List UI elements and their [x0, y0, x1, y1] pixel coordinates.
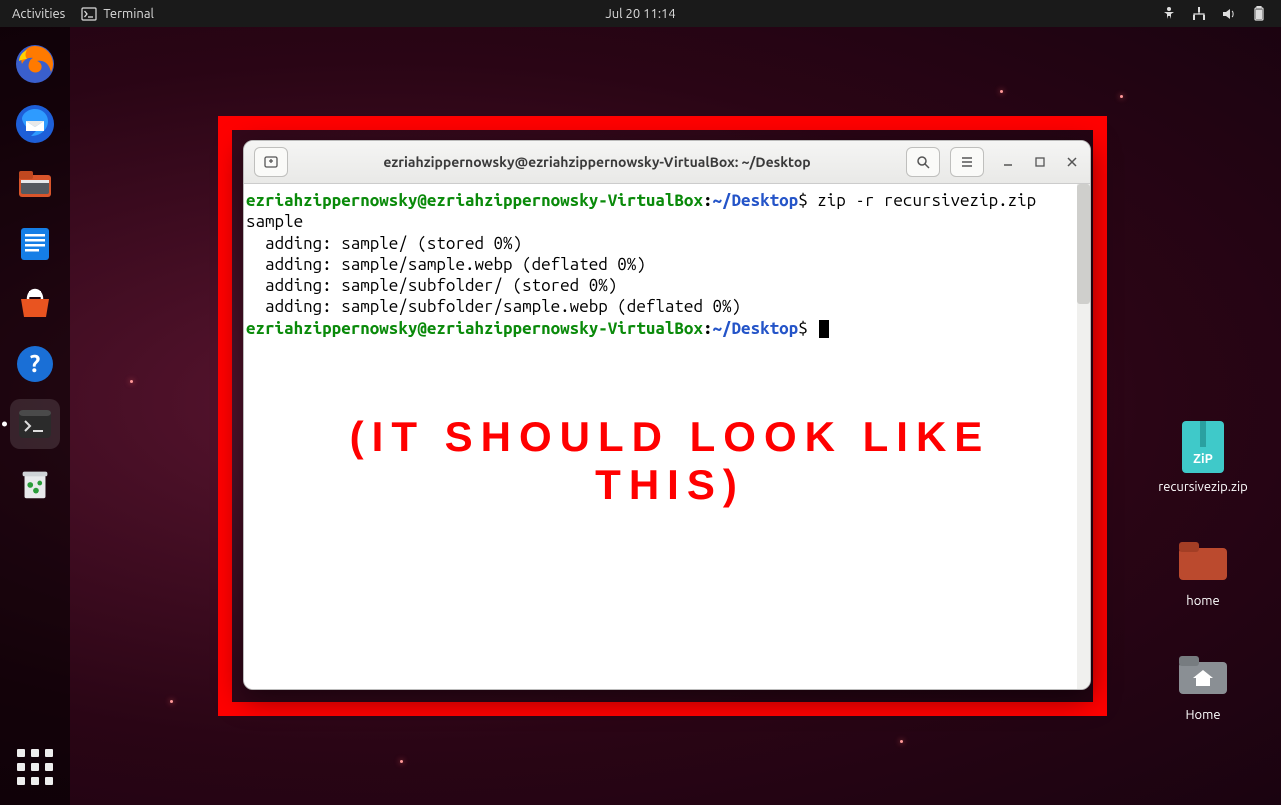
desktop-icon-user-home[interactable]: Home	[1176, 648, 1230, 722]
dock-trash[interactable]	[10, 459, 60, 509]
volume-icon[interactable]	[1221, 6, 1237, 22]
battery-icon[interactable]	[1251, 6, 1267, 22]
maximize-button[interactable]	[1032, 154, 1048, 170]
clock[interactable]: Jul 20 11:14	[605, 7, 675, 21]
svg-text:ZiP: ZiP	[1193, 452, 1213, 466]
dock-files[interactable]	[10, 159, 60, 209]
dock: ?	[0, 27, 70, 805]
apps-launcher[interactable]	[11, 743, 59, 791]
terminal-cursor	[819, 320, 829, 338]
running-indicator-dot	[2, 422, 7, 427]
desktop-icons-area: ZiP recursivezip.zip home Home	[1143, 420, 1263, 722]
desktop-icon-label: Home	[1185, 708, 1220, 722]
prompt-user: ezriahzippernowsky@ezriahzippernowsky-Vi…	[246, 191, 703, 210]
active-app-indicator[interactable]: Terminal	[81, 6, 154, 22]
scrollbar-thumb[interactable]	[1077, 184, 1090, 304]
prompt-user: ezriahzippernowsky@ezriahzippernowsky-Vi…	[246, 319, 703, 338]
dock-thunderbird[interactable]	[10, 99, 60, 149]
prompt-path: ~/Desktop	[713, 191, 799, 210]
terminal-output: adding: sample/subfolder/sample.webp (de…	[246, 296, 1072, 317]
accessibility-icon[interactable]	[1161, 6, 1177, 22]
terminal-line: ezriahzippernowsky@ezriahzippernowsky-Vi…	[246, 318, 1072, 339]
desktop-icon-zip[interactable]: ZiP recursivezip.zip	[1158, 420, 1247, 494]
dock-help[interactable]: ?	[10, 339, 60, 389]
active-app-label: Terminal	[103, 7, 154, 21]
network-icon[interactable]	[1191, 6, 1207, 22]
prompt-sep: :	[703, 319, 713, 338]
terminal-icon	[81, 6, 97, 22]
desktop-icon-home-folder[interactable]: home	[1176, 534, 1230, 608]
dock-firefox[interactable]	[10, 39, 60, 89]
search-button[interactable]	[906, 147, 940, 177]
gnome-topbar: Activities Terminal Jul 20 11:14	[0, 0, 1281, 27]
prompt-path: ~/Desktop	[713, 319, 799, 338]
close-button[interactable]	[1064, 154, 1080, 170]
prompt-sep: :	[703, 191, 713, 210]
terminal-output: adding: sample/sample.webp (deflated 0%)	[246, 254, 1072, 275]
terminal-line: ezriahzippernowsky@ezriahzippernowsky-Vi…	[246, 190, 1072, 233]
desktop-icon-label: home	[1186, 594, 1219, 608]
activities-button[interactable]: Activities	[12, 7, 65, 21]
dock-writer[interactable]	[10, 219, 60, 269]
terminal-output: adding: sample/ (stored 0%)	[246, 233, 1072, 254]
annotation-text: (IT SHOULD LOOK LIKE THIS)	[275, 413, 1065, 509]
terminal-scrollbar[interactable]	[1077, 184, 1090, 689]
desktop-icon-label: recursivezip.zip	[1158, 480, 1247, 494]
svg-text:?: ?	[30, 350, 41, 377]
terminal-output: adding: sample/subfolder/ (stored 0%)	[246, 275, 1072, 296]
prompt-sigil: $	[798, 319, 808, 338]
hamburger-menu-button[interactable]	[950, 147, 984, 177]
window-titlebar[interactable]: ezriahzippernowsky@ezriahzippernowsky-Vi…	[244, 141, 1090, 184]
dock-terminal[interactable]	[10, 399, 60, 449]
prompt-sigil: $	[798, 191, 808, 210]
minimize-button[interactable]	[1000, 154, 1016, 170]
new-tab-button[interactable]	[254, 147, 288, 177]
dock-software[interactable]	[10, 279, 60, 329]
window-title: ezriahzippernowsky@ezriahzippernowsky-Vi…	[298, 154, 896, 170]
